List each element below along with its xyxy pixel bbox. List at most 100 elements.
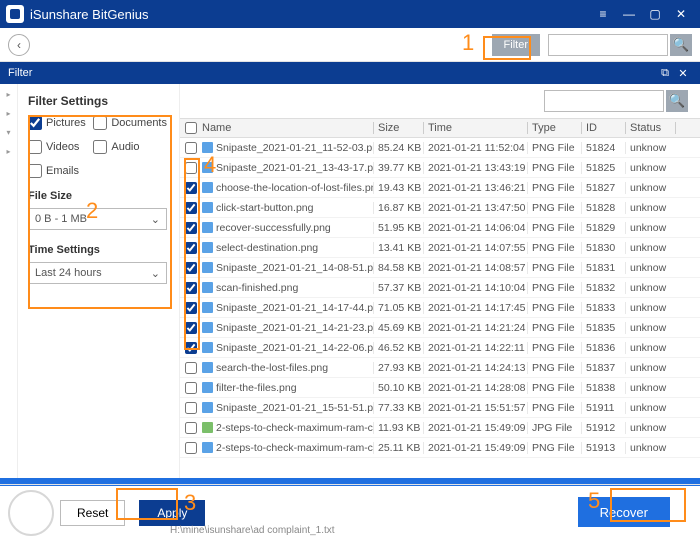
row-checkbox[interactable] (185, 342, 197, 354)
file-size: 51.95 KB (374, 222, 424, 234)
table-row[interactable]: filter-the-files.png50.10 KB2021-01-21 1… (180, 378, 700, 398)
col-status[interactable]: Status (626, 122, 676, 134)
maximize-button[interactable]: ▢ (642, 3, 668, 25)
file-time: 2021-01-21 14:10:04 (424, 282, 528, 294)
file-type: PNG File (528, 442, 582, 454)
table-row[interactable]: search-the-lost-files.png27.93 KB2021-01… (180, 358, 700, 378)
row-checkbox[interactable] (185, 442, 197, 454)
col-time[interactable]: Time (424, 122, 528, 134)
file-name: 2-steps-to-check-maximum-ram-capac (216, 422, 374, 434)
file-time: 2021-01-21 15:49:09 (424, 442, 528, 454)
status-path: H:\mine\isunshare\ad complaint_1.txt (170, 525, 335, 536)
table-row[interactable]: Snipaste_2021-01-21_14-08-51.png84.58 KB… (180, 258, 700, 278)
filter-settings-panel: Filter Settings Pictures Documents Video… (18, 84, 180, 484)
check-pictures[interactable]: Pictures (28, 116, 93, 130)
close-button[interactable]: ✕ (668, 3, 694, 25)
back-button[interactable]: ‹ (8, 34, 30, 56)
file-size: 16.87 KB (374, 202, 424, 214)
file-status: unknow (626, 222, 676, 234)
search-input-top[interactable] (548, 34, 668, 56)
file-time: 2021-01-21 14:07:55 (424, 242, 528, 254)
row-checkbox[interactable] (185, 302, 197, 314)
check-emails[interactable]: Emails (28, 164, 93, 178)
time-settings-select[interactable]: Last 24 hours ⌄ (28, 262, 167, 284)
row-checkbox[interactable] (185, 242, 197, 254)
reset-button[interactable]: Reset (60, 500, 125, 526)
check-audio[interactable]: Audio (93, 140, 167, 154)
minimize-button[interactable]: — (616, 3, 642, 25)
file-name: filter-the-files.png (216, 382, 297, 394)
row-checkbox[interactable] (185, 162, 197, 174)
menu-icon[interactable]: ≡ (590, 3, 616, 25)
file-size: 11.93 KB (374, 422, 424, 434)
table-row[interactable]: choose-the-location-of-lost-files.png19.… (180, 178, 700, 198)
check-documents[interactable]: Documents (93, 116, 167, 130)
file-type: PNG File (528, 222, 582, 234)
search-input-panel[interactable] (544, 90, 664, 112)
table-row[interactable]: Snipaste_2021-01-21_11-52-03.png85.24 KB… (180, 138, 700, 158)
search-button-panel[interactable]: 🔍 (666, 90, 688, 112)
table-row[interactable]: Snipaste_2021-01-21_14-17-44.png71.05 KB… (180, 298, 700, 318)
file-icon (202, 162, 213, 173)
row-checkbox[interactable] (185, 182, 197, 194)
table-row[interactable]: 2-steps-to-check-maximum-ram-capac11.93 … (180, 418, 700, 438)
col-size[interactable]: Size (374, 122, 424, 134)
file-time: 2021-01-21 14:08:57 (424, 262, 528, 274)
row-checkbox[interactable] (185, 422, 197, 434)
file-time: 2021-01-21 14:06:04 (424, 222, 528, 234)
row-checkbox[interactable] (185, 322, 197, 334)
row-checkbox[interactable] (185, 362, 197, 374)
file-status: unknow (626, 382, 676, 394)
panel-close-button[interactable]: ✕ (674, 67, 692, 80)
file-type: PNG File (528, 142, 582, 154)
col-name[interactable]: Name (202, 122, 374, 134)
recover-button[interactable]: Recover (578, 497, 670, 527)
file-size-select[interactable]: 0 B - 1 MB ⌄ (28, 208, 167, 230)
tree-toggle-icon[interactable]: ▸ (0, 90, 17, 99)
file-type: PNG File (528, 242, 582, 254)
row-checkbox[interactable] (185, 382, 197, 394)
file-size: 25.11 KB (374, 442, 424, 454)
row-checkbox[interactable] (185, 262, 197, 274)
file-time: 2021-01-21 15:51:57 (424, 402, 528, 414)
file-icon (202, 142, 213, 153)
table-row[interactable]: Snipaste_2021-01-21_15-51-51.png77.33 KB… (180, 398, 700, 418)
row-checkbox[interactable] (185, 402, 197, 414)
row-checkbox[interactable] (185, 282, 197, 294)
file-time: 2021-01-21 15:49:09 (424, 422, 528, 434)
file-time: 2021-01-21 11:52:04 (424, 142, 528, 154)
file-type: PNG File (528, 162, 582, 174)
apply-button[interactable]: Apply (139, 500, 205, 526)
file-name: 2-steps-to-check-maximum-ram-capac (216, 442, 374, 454)
filter-panel-header: Filter ⧉ ✕ (0, 62, 700, 84)
file-icon (202, 282, 213, 293)
main-toolbar: ‹ Filter 🔍 (0, 28, 700, 62)
table-row[interactable]: Snipaste_2021-01-21_14-22-06.png46.52 KB… (180, 338, 700, 358)
tree-toggle-icon[interactable]: ▸ (0, 147, 17, 156)
row-checkbox[interactable] (185, 202, 197, 214)
check-videos[interactable]: Videos (28, 140, 93, 154)
table-row[interactable]: 2-steps-to-check-maximum-ram-capac25.11 … (180, 438, 700, 458)
table-row[interactable]: click-start-button.png16.87 KB2021-01-21… (180, 198, 700, 218)
search-button-top[interactable]: 🔍 (670, 34, 692, 56)
table-row[interactable]: scan-finished.png57.37 KB2021-01-21 14:1… (180, 278, 700, 298)
select-all-checkbox[interactable] (185, 122, 197, 134)
file-icon (202, 242, 213, 253)
table-row[interactable]: Snipaste_2021-01-21_13-43-17.png39.77 KB… (180, 158, 700, 178)
table-row[interactable]: select-destination.png13.41 KB2021-01-21… (180, 238, 700, 258)
file-size: 39.77 KB (374, 162, 424, 174)
tree-toggle-icon[interactable]: ▾ (0, 128, 17, 137)
file-type: PNG File (528, 362, 582, 374)
row-checkbox[interactable] (185, 142, 197, 154)
filter-button[interactable]: Filter (492, 34, 540, 56)
panel-detach-button[interactable]: ⧉ (656, 67, 674, 80)
col-type[interactable]: Type (528, 122, 582, 134)
col-id[interactable]: ID (582, 122, 626, 134)
table-row[interactable]: recover-successfully.png51.95 KB2021-01-… (180, 218, 700, 238)
file-icon (202, 402, 213, 413)
tree-toggle-icon[interactable]: ▸ (0, 109, 17, 118)
table-row[interactable]: Snipaste_2021-01-21_14-21-23.png45.69 KB… (180, 318, 700, 338)
table-body: Snipaste_2021-01-21_11-52-03.png85.24 KB… (180, 138, 700, 484)
file-type: PNG File (528, 342, 582, 354)
row-checkbox[interactable] (185, 222, 197, 234)
